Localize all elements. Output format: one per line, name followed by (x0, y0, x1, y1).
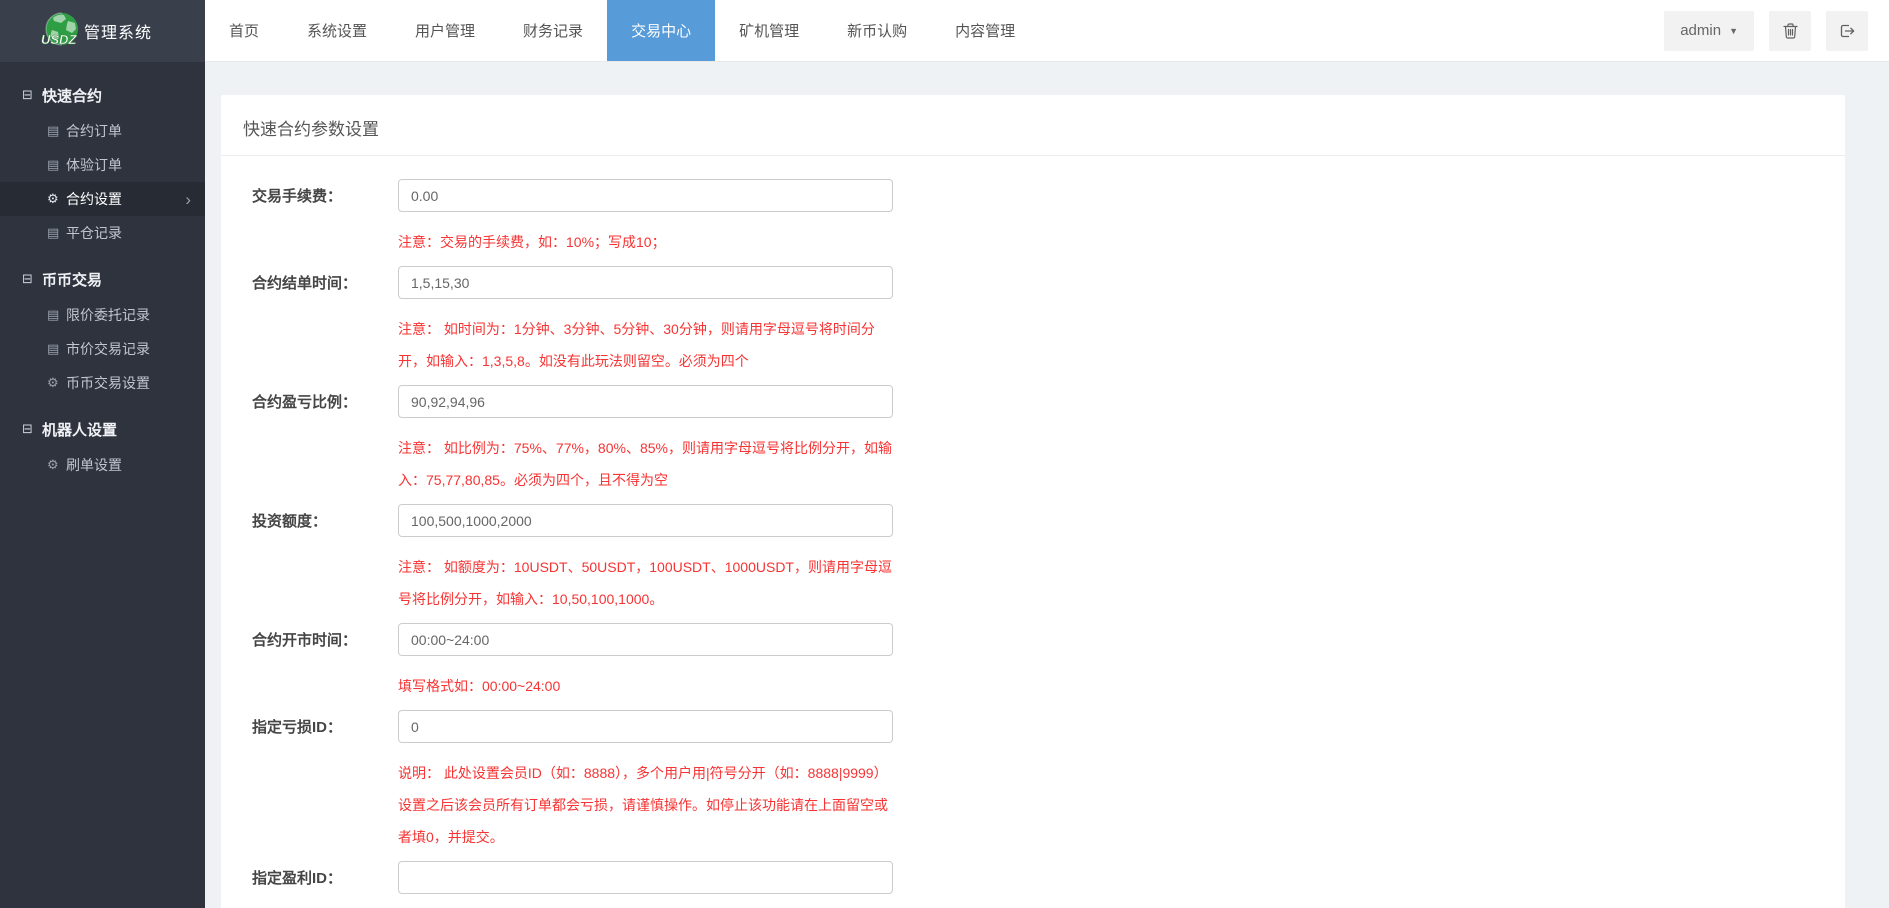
sidebar-section-robot-settings: ⊟机器人设置⚙刷单设置 (0, 410, 205, 482)
form-field-profit-loss-ratio: 合约盈亏比例：注意： 如比例为：75%、77%，80%、85%，则请用字母逗号将… (252, 385, 1845, 496)
sidebar-item-label: 平仓记录 (66, 223, 122, 243)
list-icon: ▤ (47, 341, 66, 357)
navbar: USDZ 管理系统 首页系统设置用户管理财务记录交易中心矿机管理新币认购内容管理… (0, 0, 1889, 62)
sidebar-item-label: 体验订单 (66, 155, 122, 175)
nav-item-trade[interactable]: 交易中心 (607, 0, 715, 61)
sidebar: ⊟快速合约▤合约订单▤体验订单⚙合约设置›▤平仓记录⊟币币交易▤限价委托记录▤市… (0, 62, 205, 908)
admin-username: admin (1680, 22, 1721, 39)
sidebar-item-label: 合约订单 (66, 121, 122, 141)
field-note-fee: 注意：交易的手续费，如：10%；写成10； (398, 226, 894, 258)
sidebar-item-label: 币币交易设置 (66, 373, 150, 393)
logout-button[interactable] (1826, 11, 1868, 51)
sidebar-section-coin-trade: ⊟币币交易▤限价委托记录▤市价交易记录⚙币币交易设置 (0, 260, 205, 400)
field-note-settle-time: 注意： 如时间为：1分钟、3分钟、5分钟、30分钟，则请用字母逗号将时间分开，如… (398, 313, 894, 377)
gear-icon: ⚙ (47, 375, 66, 391)
logo-title: 管理系统 (84, 19, 152, 43)
gear-icon: ⚙ (47, 457, 66, 473)
nav-item-mining[interactable]: 矿机管理 (715, 0, 823, 61)
logo-brand-text: USDZ (41, 32, 77, 47)
form-field-loss-id: 指定亏损ID：说明： 此处设置会员ID（如：8888），多个用户用|符号分开（如… (252, 710, 1845, 853)
field-label-settle-time: 合约结单时间： (252, 272, 398, 293)
form-field-fee: 交易手续费：注意：交易的手续费，如：10%；写成10； (252, 179, 1845, 258)
sidebar-section-header-robot-settings[interactable]: ⊟机器人设置 (0, 410, 205, 448)
sidebar-item-market-trade-records[interactable]: ▤市价交易记录 (0, 332, 205, 366)
navbar-right: admin ▼ (1664, 0, 1889, 61)
logout-icon (1839, 23, 1855, 39)
sidebar-section-quick-contract: ⊟快速合约▤合约订单▤体验订单⚙合约设置›▤平仓记录 (0, 76, 205, 250)
form-field-profit-id: 指定盈利ID：说明： 此处设置会员ID（如：8888），多个用户用|符号分开（如… (252, 861, 1845, 908)
sidebar-item-brush-order-settings[interactable]: ⚙刷单设置 (0, 448, 205, 482)
nav-item-newcoin[interactable]: 新币认购 (823, 0, 931, 61)
field-label-profit-id: 指定盈利ID： (252, 867, 398, 888)
field-note-loss-id: 说明： 此处设置会员ID（如：8888），多个用户用|符号分开（如：8888|9… (398, 757, 894, 853)
nav-item-users[interactable]: 用户管理 (391, 0, 499, 61)
gear-icon: ⚙ (47, 191, 66, 207)
field-note-invest-amount: 注意： 如额度为：10USDT、50USDT，100USDT、1000USDT，… (398, 551, 894, 615)
nav-item-home[interactable]: 首页 (205, 0, 283, 61)
sidebar-item-contract-settings[interactable]: ⚙合约设置 › (0, 182, 205, 216)
field-label-market-open-time: 合约开市时间： (252, 629, 398, 650)
field-label-fee: 交易手续费： (252, 185, 398, 206)
form-field-market-open-time: 合约开市时间：填写格式如：00:00~24:00 (252, 623, 1845, 702)
sidebar-item-label: 限价委托记录 (66, 305, 150, 325)
sidebar-item-label: 刷单设置 (66, 455, 122, 475)
form-field-settle-time: 合约结单时间：注意： 如时间为：1分钟、3分钟、5分钟、30分钟，则请用字母逗号… (252, 266, 1845, 377)
sidebar-section-header-quick-contract[interactable]: ⊟快速合约 (0, 76, 205, 114)
page-title: 快速合约参数设置 (243, 120, 379, 139)
sidebar-item-coin-trade-settings[interactable]: ⚙币币交易设置 (0, 366, 205, 400)
field-input-market-open-time[interactable] (398, 623, 893, 656)
sidebar-section-header-coin-trade[interactable]: ⊟币币交易 (0, 260, 205, 298)
sidebar-item-trial-orders[interactable]: ▤体验订单 (0, 148, 205, 182)
clear-cache-button[interactable] (1769, 11, 1811, 51)
nav-item-content[interactable]: 内容管理 (931, 0, 1039, 61)
collapse-icon: ⊟ (22, 421, 42, 437)
logo: USDZ 管理系统 (0, 0, 205, 62)
settings-card: 快速合约参数设置 交易手续费：注意：交易的手续费，如：10%；写成10；合约结单… (221, 95, 1845, 908)
field-input-loss-id[interactable] (398, 710, 893, 743)
sidebar-section-title: 币币交易 (42, 269, 102, 290)
collapse-icon: ⊟ (22, 87, 42, 103)
logo-globe-icon: USDZ (40, 9, 82, 53)
caret-down-icon: ▼ (1729, 26, 1738, 36)
main-nav: 首页系统设置用户管理财务记录交易中心矿机管理新币认购内容管理 (205, 0, 1039, 61)
admin-dropdown-button[interactable]: admin ▼ (1664, 11, 1754, 51)
sidebar-item-label: 市价交易记录 (66, 339, 150, 359)
quick-contract-form: 交易手续费：注意：交易的手续费，如：10%；写成10；合约结单时间：注意： 如时… (221, 156, 1845, 908)
sidebar-item-limit-order-records[interactable]: ▤限价委托记录 (0, 298, 205, 332)
sidebar-section-title: 快速合约 (42, 85, 102, 106)
chevron-right-icon: › (185, 191, 191, 208)
field-note-profit-loss-ratio: 注意： 如比例为：75%、77%，80%、85%，则请用字母逗号将比例分开，如输… (398, 432, 894, 496)
card-header: 快速合约参数设置 (221, 95, 1845, 156)
sidebar-section-title: 机器人设置 (42, 419, 117, 440)
field-input-profit-id[interactable] (398, 861, 893, 894)
sidebar-item-close-records[interactable]: ▤平仓记录 (0, 216, 205, 250)
list-icon: ▤ (47, 123, 66, 139)
field-label-profit-loss-ratio: 合约盈亏比例： (252, 391, 398, 412)
sidebar-item-contract-orders[interactable]: ▤合约订单 (0, 114, 205, 148)
field-input-fee[interactable] (398, 179, 893, 212)
nav-item-finance[interactable]: 财务记录 (499, 0, 607, 61)
field-input-profit-loss-ratio[interactable] (398, 385, 893, 418)
list-icon: ▤ (47, 157, 66, 173)
field-label-loss-id: 指定亏损ID： (252, 716, 398, 737)
collapse-icon: ⊟ (22, 271, 42, 287)
field-note-market-open-time: 填写格式如：00:00~24:00 (398, 670, 894, 702)
field-label-invest-amount: 投资额度： (252, 510, 398, 531)
list-icon: ▤ (47, 225, 66, 241)
main-content: 快速合约参数设置 交易手续费：注意：交易的手续费，如：10%；写成10；合约结单… (205, 62, 1889, 908)
trash-icon (1783, 23, 1798, 39)
list-icon: ▤ (47, 307, 66, 323)
field-input-invest-amount[interactable] (398, 504, 893, 537)
nav-item-system[interactable]: 系统设置 (283, 0, 391, 61)
sidebar-item-label: 合约设置 (66, 189, 122, 209)
form-field-invest-amount: 投资额度：注意： 如额度为：10USDT、50USDT，100USDT、1000… (252, 504, 1845, 615)
field-input-settle-time[interactable] (398, 266, 893, 299)
